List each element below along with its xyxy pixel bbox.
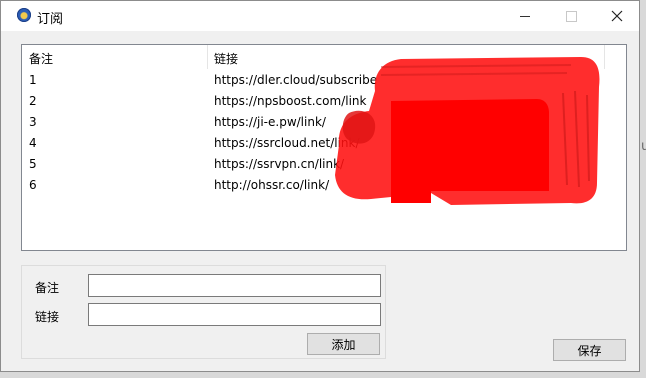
row-note: 4 [29, 136, 37, 150]
row-note: 2 [29, 94, 37, 108]
row-link: http://ohssr.co/link/ [214, 178, 330, 192]
row-link: https://ji-e.pw/link/ [214, 115, 326, 129]
note-label: 备注 [35, 281, 60, 295]
row-note: 1 [29, 73, 37, 87]
link-label: 链接 [35, 310, 60, 324]
title-bar: 订阅 [1, 1, 639, 31]
save-button[interactable]: 保存 [553, 339, 626, 361]
background-text-fragment: u [641, 139, 646, 154]
row-link: https://ssrvpn.cn/link/ [214, 157, 345, 171]
note-input[interactable] [88, 274, 381, 297]
row-note: 6 [29, 178, 37, 192]
window-title: 订阅 [37, 12, 64, 27]
row-note: 3 [29, 115, 37, 129]
add-button[interactable]: 添加 [307, 333, 380, 355]
column-header-note[interactable]: 备注 [29, 50, 53, 67]
link-input[interactable] [88, 303, 381, 326]
row-note: 5 [29, 157, 37, 171]
redaction-scribble [335, 57, 600, 205]
subscription-dialog: 订阅 备注 链接 1 https://dler.cloud/subscribe … [0, 0, 640, 372]
close-button[interactable] [594, 1, 640, 31]
close-icon [611, 10, 623, 22]
column-divider [207, 45, 208, 69]
maximize-button [548, 1, 594, 31]
app-icon [17, 8, 31, 22]
column-header-link[interactable]: 链接 [214, 50, 238, 67]
maximize-icon [565, 10, 577, 22]
minimize-icon [520, 15, 530, 17]
minimize-button[interactable] [502, 1, 548, 31]
